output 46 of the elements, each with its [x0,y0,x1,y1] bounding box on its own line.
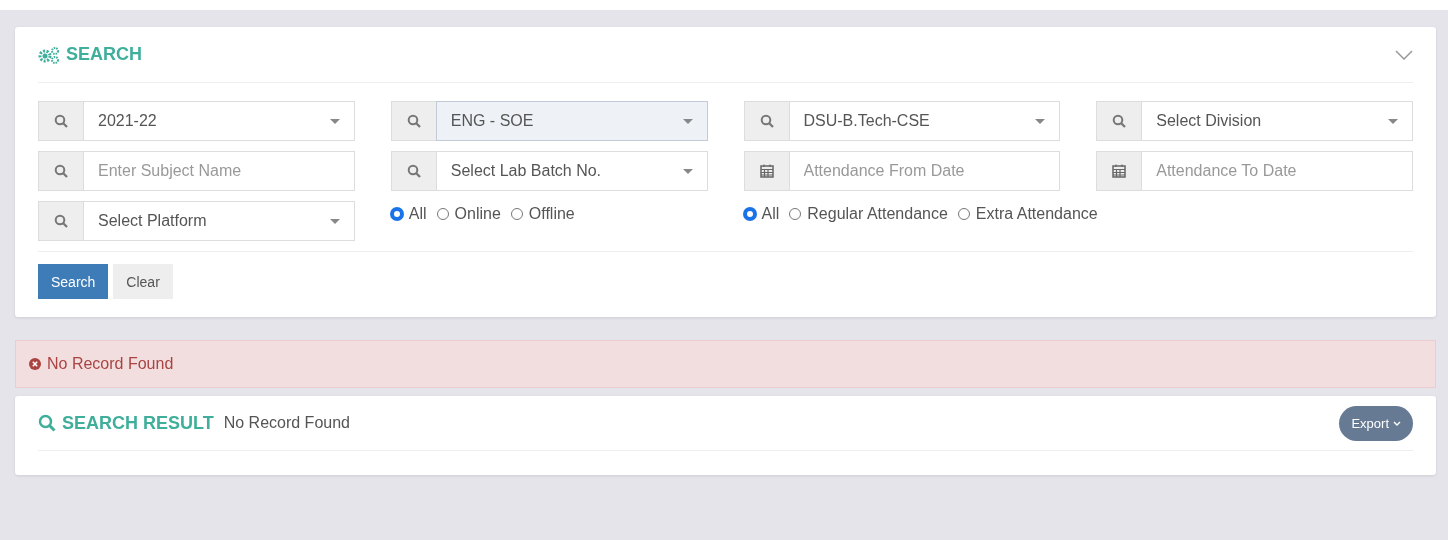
select-dropdown[interactable]: DSU-B.Tech-CSE [788,101,1061,141]
caret-icon [1035,118,1046,124]
gears-icon [38,45,60,64]
select-dropdown[interactable]: 2021-22 [83,101,355,141]
chevron-down-icon [1393,420,1401,426]
radio-option[interactable]: All [390,205,427,223]
input-field[interactable]: Enter Subject Name [83,151,355,191]
export-button[interactable]: Export [1339,405,1413,441]
result-status: No Record Found [223,414,350,432]
caret-icon [682,118,693,124]
clear-button[interactable]: Clear [113,264,173,299]
calendar-icon [759,164,774,178]
radio-label: All [761,205,780,223]
date-field[interactable]: Attendance From Date [788,151,1061,191]
search-icon [759,114,774,128]
radio-button[interactable] [390,208,403,220]
radio-option[interactable]: All [743,205,780,223]
search-icon [406,114,421,128]
radio-option[interactable]: Offline [510,205,575,223]
search-icon [406,164,421,178]
caret-icon [1388,118,1398,124]
radio-button[interactable] [743,208,756,220]
search-button[interactable]: Search [38,264,109,299]
radio-label: Online [454,205,501,223]
calendar-icon [1112,164,1127,178]
select-dropdown[interactable]: Select Division [1141,101,1413,141]
panel-title: SEARCH [66,44,142,65]
caret-icon [682,168,693,174]
panel-title: SEARCH RESULT [62,412,214,434]
search-icon [54,214,68,228]
radio-label: All [408,205,427,223]
alert-message: No Record Found [47,355,174,373]
select-dropdown[interactable]: Select Platform [83,201,355,241]
radio-option[interactable]: Online [436,205,501,223]
search-icon [38,414,56,432]
select-dropdown[interactable]: Select Lab Batch No. [435,151,708,191]
caret-icon [329,218,340,224]
search-icon [54,164,68,178]
caret-icon [329,118,340,124]
chevron-down-icon[interactable] [1395,49,1413,60]
error-icon [29,358,41,370]
radio-label: Offline [528,205,575,223]
select-dropdown[interactable]: ENG - SOE [435,101,708,141]
date-field[interactable]: Attendance To Date [1141,151,1413,191]
search-icon [1112,114,1127,128]
search-icon [54,114,68,128]
